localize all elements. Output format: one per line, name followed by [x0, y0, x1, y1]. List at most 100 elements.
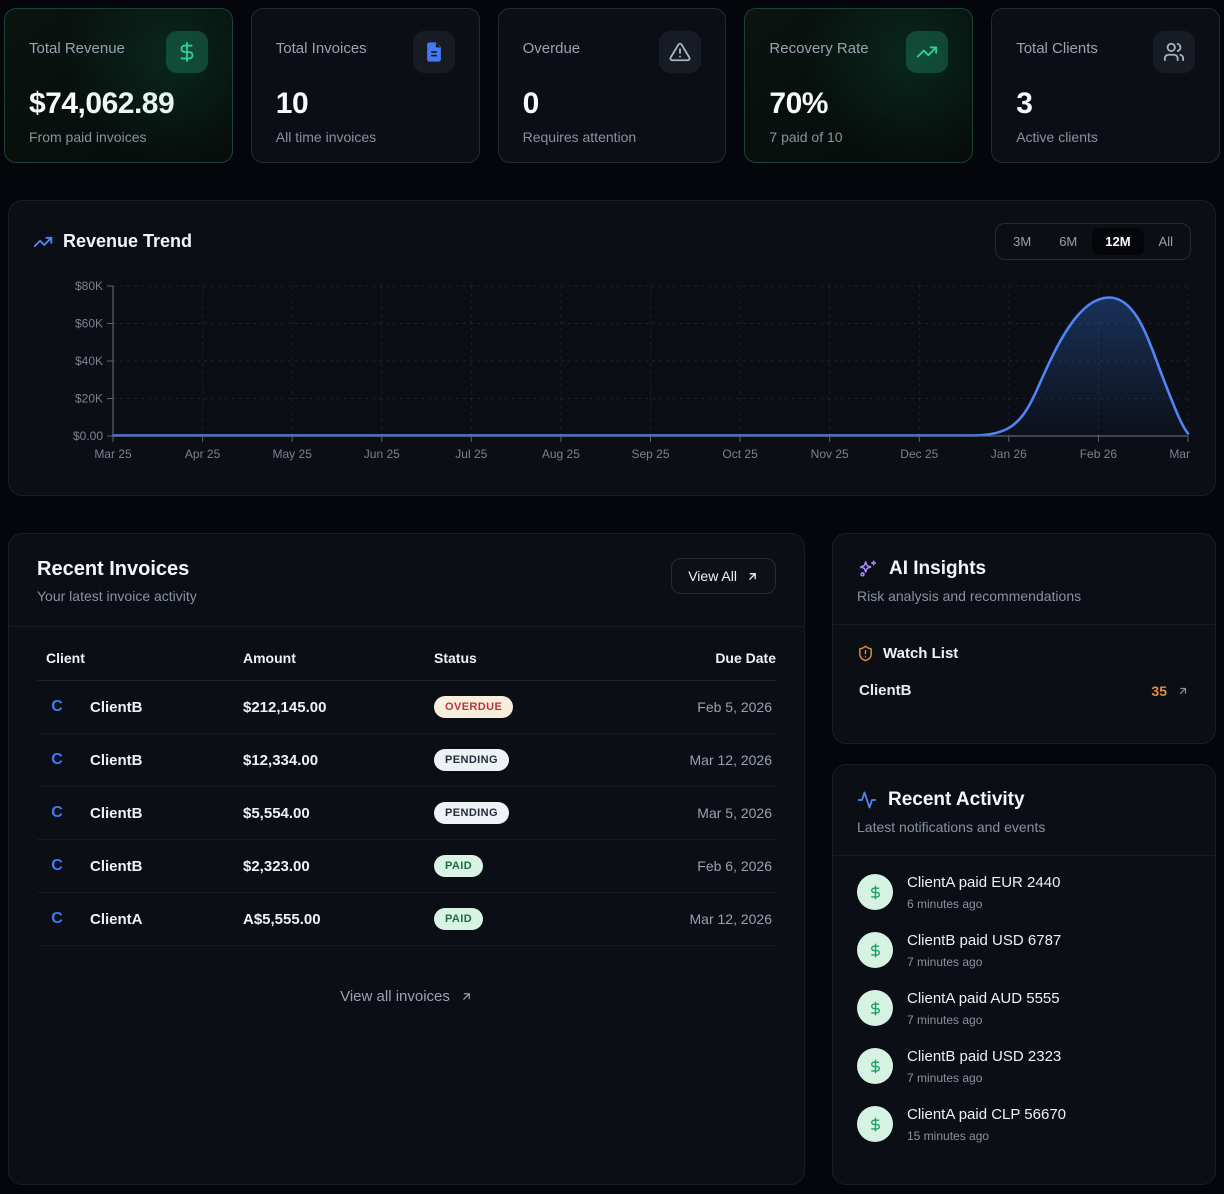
watch-list-title: Watch List: [883, 645, 958, 662]
revenue-trend-chart: $80K $60K $40K $20K $0.00 Mar 25 Apr 25 …: [33, 276, 1193, 482]
due-date-cell: Mar 5, 2026: [626, 805, 776, 821]
table-row[interactable]: C ClientA A$5,555.00 PAID Mar 12, 2026: [37, 893, 776, 946]
stat-card-recovery-rate: Recovery Rate 70% 7 paid of 10: [744, 8, 973, 163]
range-button-6m[interactable]: 6M: [1046, 228, 1090, 255]
status-cell: PENDING: [434, 749, 626, 771]
payment-dollar-icon: [857, 1048, 893, 1084]
alert-icon: [659, 31, 701, 73]
payment-dollar-icon: [857, 932, 893, 968]
stat-card-header: Total Clients: [1016, 31, 1195, 73]
status-cell: OVERDUE: [434, 696, 626, 718]
svg-text:Feb 26: Feb 26: [1080, 447, 1118, 461]
list-item: ClientB paid USD 6787 7 minutes ago: [857, 932, 1191, 969]
due-date-cell: Feb 6, 2026: [626, 858, 776, 874]
x-axis-labels: Mar 25 Apr 25 May 25 Jun 25 Jul 25 Aug 2…: [94, 447, 1193, 461]
watch-list-section: Watch List ClientB 35: [833, 625, 1215, 723]
table-row[interactable]: C ClientB $12,334.00 PENDING Mar 12, 202…: [37, 734, 776, 787]
activity-text: ClientB paid USD 2323: [907, 1048, 1061, 1065]
due-date-cell: Mar 12, 2026: [626, 752, 776, 768]
activity-list: ClientA paid EUR 2440 6 minutes ago Clie…: [833, 856, 1215, 1143]
invoices-table-header: Client Amount Status Due Date: [37, 635, 776, 681]
stat-value: $74,062.89: [29, 87, 208, 121]
table-row[interactable]: C ClientB $2,323.00 PAID Feb 6, 2026: [37, 840, 776, 893]
amount-cell: A$5,555.00: [243, 911, 434, 928]
range-button-3m[interactable]: 3M: [1000, 228, 1044, 255]
stat-label: Total Clients: [1016, 31, 1098, 57]
amount-cell: $5,554.00: [243, 805, 434, 822]
avatar: C: [46, 857, 68, 875]
table-row[interactable]: C ClientB $5,554.00 PENDING Mar 5, 2026: [37, 787, 776, 840]
y-axis-labels: $80K $60K $40K $20K $0.00: [73, 279, 103, 443]
watch-list-item[interactable]: ClientB 35: [857, 678, 1191, 703]
activity-time: 15 minutes ago: [907, 1129, 1066, 1143]
table-row[interactable]: C ClientB $212,145.00 OVERDUE Feb 5, 202…: [37, 681, 776, 734]
status-cell: PENDING: [434, 802, 626, 824]
status-badge: PENDING: [434, 802, 509, 824]
divider: [9, 626, 804, 627]
svg-text:May 25: May 25: [273, 447, 313, 461]
arrow-up-right-icon: [460, 990, 473, 1003]
dashboard-page: Total Revenue $74,062.89 From paid invoi…: [0, 0, 1224, 1194]
activity-text: ClientA paid AUD 5555: [907, 990, 1060, 1007]
client-name: ClientB: [90, 805, 143, 822]
recent-activity-title: Recent Activity: [888, 789, 1025, 811]
invoices-table: Client Amount Status Due Date C ClientB …: [37, 635, 776, 946]
list-item: ClientA paid AUD 5555 7 minutes ago: [857, 990, 1191, 1027]
client-cell: C ClientB: [37, 804, 243, 822]
avatar: C: [46, 910, 68, 928]
recent-activity-title-row: Recent Activity: [857, 789, 1191, 811]
stat-card-header: Total Revenue: [29, 31, 208, 73]
activity-time: 7 minutes ago: [907, 1071, 1061, 1085]
status-badge: PAID: [434, 908, 483, 930]
ai-insights-title: AI Insights: [889, 558, 986, 580]
stat-card-total-invoices: Total Invoices 10 All time invoices: [251, 8, 480, 163]
recent-invoices-subtitle: Your latest invoice activity: [37, 588, 197, 604]
dollar-icon: [166, 31, 208, 73]
column-amount: Amount: [243, 650, 434, 666]
due-date-cell: Feb 5, 2026: [626, 699, 776, 715]
svg-text:Jan 26: Jan 26: [991, 447, 1027, 461]
svg-text:Dec 25: Dec 25: [900, 447, 938, 461]
status-cell: PAID: [434, 855, 626, 877]
stat-label: Total Revenue: [29, 31, 125, 57]
payment-dollar-icon: [857, 990, 893, 1026]
view-all-invoices-link[interactable]: View all invoices: [340, 988, 473, 1005]
client-name: ClientB: [90, 858, 143, 875]
avatar: C: [46, 751, 68, 769]
due-date-cell: Mar 12, 2026: [626, 911, 776, 927]
stats-row: Total Revenue $74,062.89 From paid invoi…: [4, 8, 1220, 163]
client-name: ClientB: [90, 752, 143, 769]
svg-text:Jun 25: Jun 25: [364, 447, 400, 461]
trend-up-icon: [906, 31, 948, 73]
watch-risk-score: 35: [1151, 683, 1167, 699]
ai-insights-panel: AI Insights Risk analysis and recommenda…: [832, 533, 1216, 744]
activity-pulse-icon: [857, 790, 877, 810]
recent-activity-header: Recent Activity Latest notifications and…: [833, 765, 1215, 855]
stat-value: 0: [523, 87, 702, 121]
view-all-button[interactable]: View All: [671, 558, 776, 594]
svg-text:Sep 25: Sep 25: [631, 447, 669, 461]
view-all-invoices-label: View all invoices: [340, 988, 450, 1005]
range-button-12m[interactable]: 12M: [1092, 228, 1143, 255]
watch-item-right: 35: [1151, 683, 1189, 699]
list-item: ClientA paid EUR 2440 6 minutes ago: [857, 874, 1191, 911]
status-badge: PENDING: [434, 749, 509, 771]
shield-alert-icon: [857, 645, 874, 662]
stat-card-total-clients: Total Clients 3 Active clients: [991, 8, 1220, 163]
column-client: Client: [37, 650, 243, 666]
status-badge: PAID: [434, 855, 483, 877]
client-cell: C ClientB: [37, 698, 243, 716]
invoices-footer: View all invoices: [37, 988, 776, 1005]
revenue-trend-title-wrap: Revenue Trend: [33, 231, 192, 252]
stat-sub: 7 paid of 10: [769, 129, 948, 145]
svg-text:$20K: $20K: [75, 392, 103, 406]
sparkles-icon: [857, 559, 878, 580]
recent-invoices-panel: Recent Invoices Your latest invoice acti…: [8, 533, 805, 1185]
client-cell: C ClientA: [37, 910, 243, 928]
activity-time: 6 minutes ago: [907, 897, 1060, 911]
payment-dollar-icon: [857, 874, 893, 910]
recent-invoices-header: Recent Invoices Your latest invoice acti…: [37, 558, 776, 604]
ai-insights-title-row: AI Insights: [857, 558, 1191, 580]
range-button-all[interactable]: All: [1146, 228, 1186, 255]
svg-text:Nov 25: Nov 25: [811, 447, 849, 461]
